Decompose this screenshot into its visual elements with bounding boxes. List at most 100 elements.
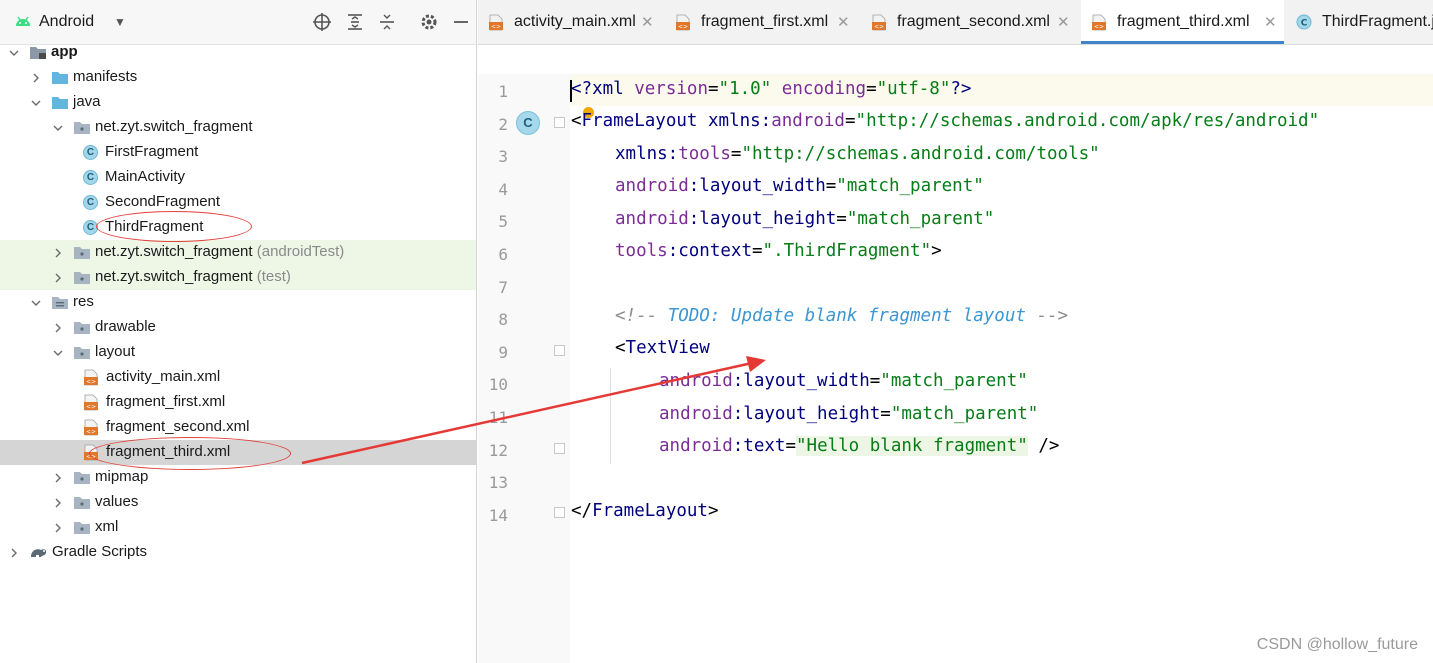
class-gutter-icon[interactable]: C (516, 111, 540, 135)
xml-file-icon: <> (675, 14, 691, 35)
code-line-8[interactable]: <!-- TODO: Update blank fragment layout … (615, 306, 1068, 326)
tree-item[interactable]: app (0, 40, 476, 65)
svg-text:<>: <> (86, 404, 96, 411)
line-number: 12 (488, 440, 508, 460)
tree-item-label: Gradle Scripts (52, 543, 148, 560)
chevron-down-icon[interactable] (8, 46, 20, 58)
code-line-3[interactable]: xmlns:tools="http://schemas.android.com/… (615, 144, 1100, 164)
svg-text:<>: <> (874, 24, 884, 31)
code-line-14[interactable]: </FrameLayout> (571, 501, 719, 521)
expand-all-icon[interactable] (344, 11, 366, 33)
code-line-4[interactable]: android:layout_width="match_parent" (615, 176, 984, 196)
chevron-down-icon[interactable] (30, 96, 42, 108)
tree-item[interactable]: layout (0, 340, 476, 365)
class-icon: C (83, 195, 98, 210)
fold-marker[interactable] (554, 507, 565, 518)
minimize-icon[interactable] (450, 11, 472, 33)
chevron-right-icon[interactable] (52, 321, 64, 333)
tree-item[interactable]: C ThirdFragment (0, 215, 476, 240)
package-icon (73, 319, 91, 335)
code-editor: <> activity_main.xml ✕ <> fragment_first.xml… (478, 0, 1433, 663)
tree-item-label: app (51, 43, 78, 60)
close-icon[interactable]: ✕ (641, 13, 654, 31)
chevron-right-icon[interactable] (30, 71, 42, 83)
svg-text:<>: <> (678, 24, 688, 31)
svg-text:<>: <> (86, 454, 96, 461)
editor-tab[interactable]: <> fragment_second.xml ✕ (861, 0, 1077, 44)
tree-item[interactable]: net.zyt.switch_fragment (test) (0, 265, 476, 290)
folder-icon (51, 69, 69, 85)
chevron-right-icon[interactable] (52, 521, 64, 533)
tree-item[interactable]: <> fragment_first.xml (0, 390, 476, 415)
project-tool-window: Android ▼ app manifests java net.zyt.switch… (0, 0, 477, 663)
chevron-down-icon[interactable]: ▼ (114, 15, 126, 29)
editor-tab[interactable]: <> fragment_third.xml ✕ (1081, 0, 1284, 44)
watermark: CSDN @hollow_future (1256, 636, 1418, 653)
chevron-right-icon[interactable] (8, 546, 20, 558)
project-view-selector[interactable]: Android (39, 13, 94, 31)
line-number: 5 (498, 212, 508, 232)
editor-tab[interactable]: C ThirdFragment.j (1286, 0, 1433, 44)
fold-marker[interactable] (554, 117, 565, 128)
tree-item-label: layout (95, 343, 136, 360)
chevron-right-icon[interactable] (52, 246, 64, 258)
code-line-5[interactable]: android:layout_height="match_parent" (615, 209, 994, 229)
xml-file-icon: <> (83, 369, 99, 386)
editor-tab[interactable]: <> fragment_first.xml ✕ (665, 0, 857, 44)
line-number: 8 (498, 310, 508, 330)
xml-file-icon: <> (1091, 14, 1107, 35)
chevron-right-icon[interactable] (52, 271, 64, 283)
chevron-right-icon[interactable] (52, 496, 64, 508)
tree-item[interactable]: res (0, 290, 476, 315)
editor-tab-bar: <> activity_main.xml ✕ <> fragment_first.xml… (478, 0, 1433, 45)
tree-item[interactable]: xml (0, 515, 476, 540)
chevron-right-icon[interactable] (52, 471, 64, 483)
code-line-9[interactable]: <TextView (615, 338, 710, 358)
collapse-all-icon[interactable] (376, 11, 398, 33)
line-number: 6 (498, 245, 508, 264)
code-line-2[interactable]: <FrameLayout xmlns:android="http://schem… (571, 111, 1319, 131)
chevron-down-icon[interactable] (30, 296, 42, 308)
chevron-down-icon[interactable] (52, 121, 64, 133)
line-number: 1 (498, 82, 508, 101)
tree-item[interactable]: net.zyt.switch_fragment (0, 115, 476, 140)
tree-item-label: MainActivity (105, 168, 186, 185)
gear-icon[interactable] (418, 11, 440, 33)
tree-item[interactable]: java (0, 90, 476, 115)
tree-item-suffix: (androidTest) (256, 243, 345, 260)
indent-guide (610, 368, 611, 464)
tree-item[interactable]: C FirstFragment (0, 140, 476, 165)
tree-item[interactable]: mipmap (0, 465, 476, 490)
package-icon (73, 119, 91, 135)
fold-marker[interactable] (554, 443, 565, 454)
tree-item[interactable]: <> fragment_third.xml (0, 440, 476, 465)
editor-tab[interactable]: <> activity_main.xml ✕ (478, 0, 661, 44)
close-icon[interactable]: ✕ (837, 13, 850, 31)
tree-item[interactable]: manifests (0, 65, 476, 90)
code-line-11[interactable]: android:layout_height="match_parent" (659, 404, 1038, 424)
tree-item[interactable]: C MainActivity (0, 165, 476, 190)
code-line-12[interactable]: android:text="Hello blank fragment" /> (659, 436, 1059, 456)
tree-item[interactable]: Gradle Scripts (0, 540, 476, 565)
chevron-down-icon[interactable] (52, 346, 64, 358)
locate-target-icon[interactable] (311, 11, 333, 33)
tree-item[interactable]: C SecondFragment (0, 190, 476, 215)
code-line-1[interactable]: <?xml version="1.0" encoding="utf-8"?> (571, 79, 971, 99)
tree-item[interactable]: values (0, 490, 476, 515)
tree-item[interactable]: <> activity_main.xml (0, 365, 476, 390)
close-icon[interactable]: ✕ (1264, 13, 1277, 31)
tree-item[interactable]: <> fragment_second.xml (0, 415, 476, 440)
line-number: 4 (498, 179, 508, 199)
code-line-10[interactable]: android:layout_width="match_parent" (659, 371, 1028, 391)
svg-text:<>: <> (86, 379, 96, 386)
tree-item[interactable]: drawable (0, 315, 476, 340)
close-icon[interactable]: ✕ (1057, 13, 1070, 31)
code-line-6[interactable]: tools:context=".ThirdFragment"> (615, 241, 942, 261)
editor-tab-label: fragment_third.xml (1117, 13, 1250, 30)
class-icon: C (83, 145, 98, 160)
fold-marker[interactable] (554, 345, 565, 356)
tree-item[interactable]: net.zyt.switch_fragment (androidTest) (0, 240, 476, 265)
folder-icon (51, 94, 69, 110)
line-number: 3 (498, 147, 508, 167)
package-icon (73, 494, 91, 510)
